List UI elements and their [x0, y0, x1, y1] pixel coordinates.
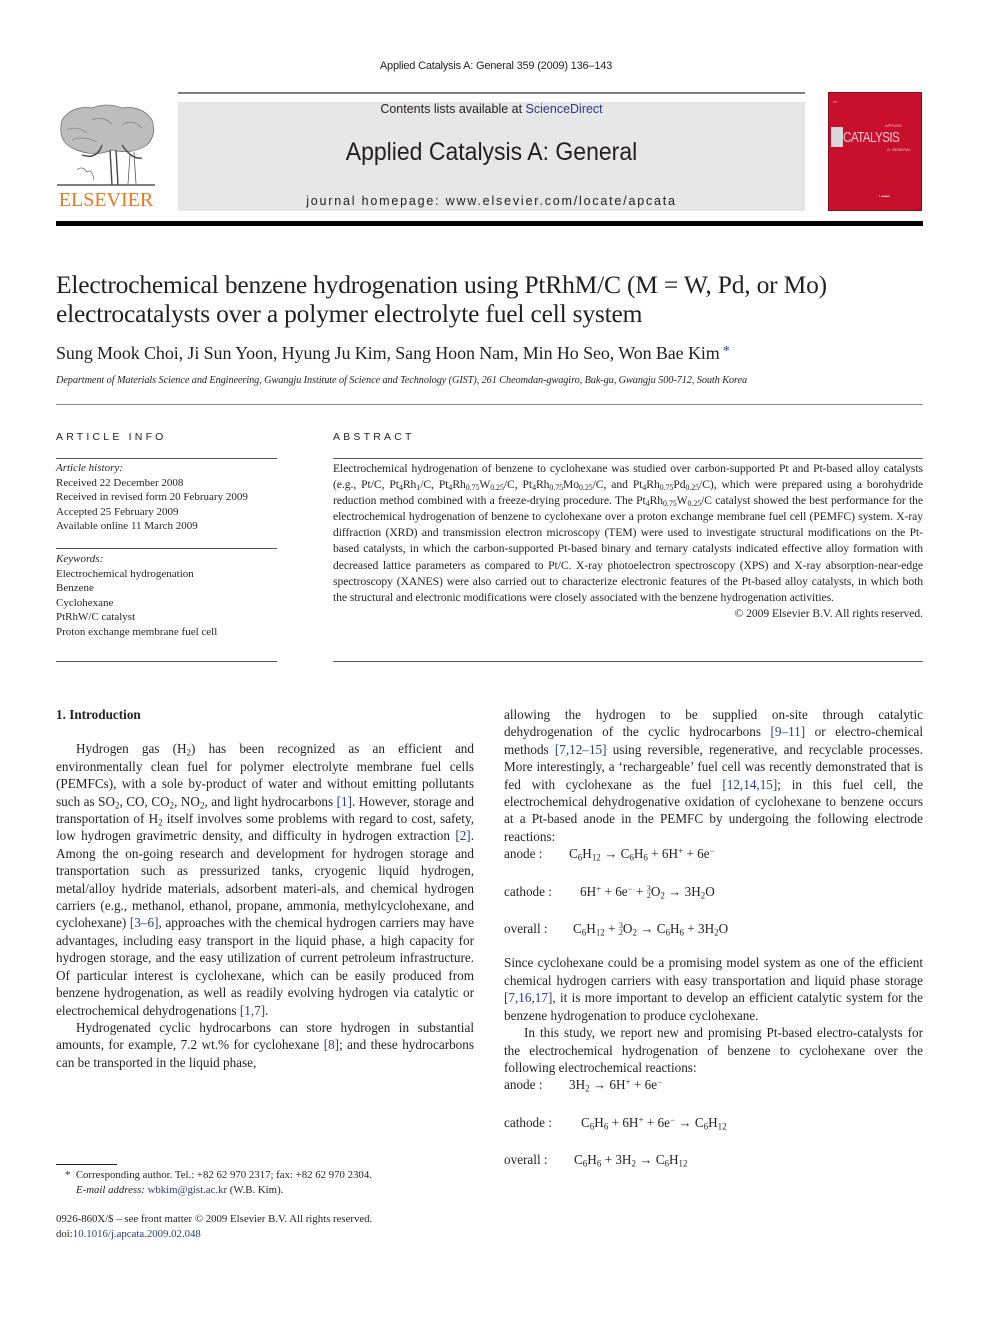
citation-link[interactable]: [7,12–15] [555, 742, 607, 757]
equation-overall-2: overall : C6H6 + 3H2 → C6H12 [504, 1152, 688, 1169]
cover-title: CATALYSIS [843, 129, 900, 146]
running-head: Applied Catalysis A: General 359 (2009) … [379, 60, 613, 72]
sciencedirect-link[interactable]: ScienceDirect [526, 102, 603, 116]
cover-volume-text: ▪▪▪ [833, 99, 838, 104]
elsevier-tree-icon [57, 104, 155, 186]
equation-cathode-2: cathode : C6H6 + 6H+ + 6e− → C6H12 [504, 1114, 727, 1132]
history-item: Accepted 25 February 2009 [56, 505, 179, 518]
body-column-right: allowing the hydrogen to be supplied on-… [504, 706, 923, 1169]
article-info-heading: ARTICLE INFO [56, 431, 167, 443]
citation-link[interactable]: [9–11] [770, 724, 805, 739]
abstract-copyright: © 2009 Elsevier B.V. All rights reserved… [734, 606, 924, 620]
journal-banner: Contents lists available at ScienceDirec… [178, 102, 805, 211]
paragraph: In this study, we report new and promisi… [504, 1025, 923, 1075]
email-link[interactable]: wbkim@gist.ac.kr [148, 1184, 228, 1196]
citation-link[interactable]: [1] [337, 794, 352, 809]
citation-link[interactable]: [3–6] [130, 915, 159, 930]
keyword: Cyclohexane [56, 596, 114, 609]
doi-link[interactable]: 10.1016/j.apcata.2009.02.048 [73, 1228, 201, 1240]
footnote: * Corresponding author. Tel.: +82 62 970… [65, 1169, 372, 1196]
body-column-left: 1. Introduction Hydrogen gas (H2) has be… [56, 706, 474, 1071]
front-matter: 0926-860X/$ – see front matter © 2009 El… [56, 1213, 373, 1240]
cover-c-box [831, 127, 843, 147]
journal-cover[interactable]: ▪▪▪ APPLIED CATALYSIS A: GENERAL ▪ ▬▬ [828, 92, 922, 211]
paragraph: Hydrogenated cyclic hydrocarbons can sto… [56, 1019, 474, 1070]
abstract-heading: ABSTRACT [333, 431, 415, 443]
keyword: PtRhW/C catalyst [56, 611, 136, 623]
journal-homepage[interactable]: journal homepage: www.elsevier.com/locat… [178, 194, 805, 208]
divider [333, 458, 923, 459]
header-rule [178, 92, 805, 94]
paragraph: Since cyclohexane could be a promising m… [504, 955, 923, 1023]
author-list: Sung Mook Choi, Ji Sun Yoon, Hyung Ju Ki… [56, 343, 730, 363]
citation-link[interactable]: [1,7] [240, 1003, 265, 1018]
journal-name: Applied Catalysis A: General [345, 138, 638, 166]
cover-subtitle: A: GENERAL [887, 147, 912, 152]
divider [333, 661, 923, 662]
footnote-rule [56, 1164, 117, 1165]
corresponding-author-link[interactable]: * [723, 344, 730, 359]
abstract-text: Electrochemical hydrogenation of benzene… [333, 461, 923, 622]
citation-link[interactable]: [2] [455, 828, 470, 843]
history-item: Received in revised form 20 February 200… [56, 491, 248, 503]
divider [56, 458, 277, 459]
citation-link[interactable]: [8] [324, 1037, 339, 1052]
equation-anode-2: anode :3H2 → 6H+ + 6e− [504, 1077, 663, 1094]
citation-link[interactable]: [12,14,15] [722, 777, 777, 792]
divider [56, 548, 277, 549]
elsevier-logo[interactable]: ELSEVIER [52, 100, 160, 212]
history-item: Received 22 December 2008 [56, 476, 184, 489]
cover-pre-title: APPLIED [885, 123, 902, 128]
elsevier-wordmark: ELSEVIER [58, 189, 154, 211]
section-heading: 1. Introduction [56, 707, 141, 722]
keyword: Proton exchange membrane fuel cell [56, 625, 218, 638]
affiliation: Department of Materials Science and Engi… [56, 375, 748, 386]
paragraph: Hydrogen gas (H2) has been recognized as… [56, 741, 474, 1018]
equation-anode-1: anode : C6H12 → C6H6 + 6H+ + 6e− [504, 846, 715, 863]
equation-cathode-1: cathode :6H+ + 6e− + 3 2 O2 → 3H2O [504, 883, 715, 901]
contents-line: Contents lists available at ScienceDirec… [380, 102, 603, 116]
header-thick-rule [56, 221, 923, 226]
keyword: Electrochemical hydrogenation [56, 567, 194, 580]
cover-publisher-mark: ▪ ▬▬ [879, 193, 890, 198]
article-history: Article history: Received 22 December 20… [56, 461, 286, 534]
article-title: Electrochemical benzene hydrogenation us… [56, 270, 827, 328]
keywords: Keywords: Electrochemical hydrogenation … [56, 552, 286, 639]
divider [56, 661, 277, 662]
equation-overall-1: overall : C6H12 + 3 2 O2 → C6H6 + 3H2O [504, 921, 729, 938]
keyword: Benzene [56, 582, 94, 594]
paragraph: allowing the hydrogen to be supplied on-… [504, 707, 924, 844]
citation-link[interactable]: [7,16,17] [504, 990, 552, 1005]
history-item: Available online 11 March 2009 [56, 520, 198, 532]
divider [56, 404, 923, 405]
